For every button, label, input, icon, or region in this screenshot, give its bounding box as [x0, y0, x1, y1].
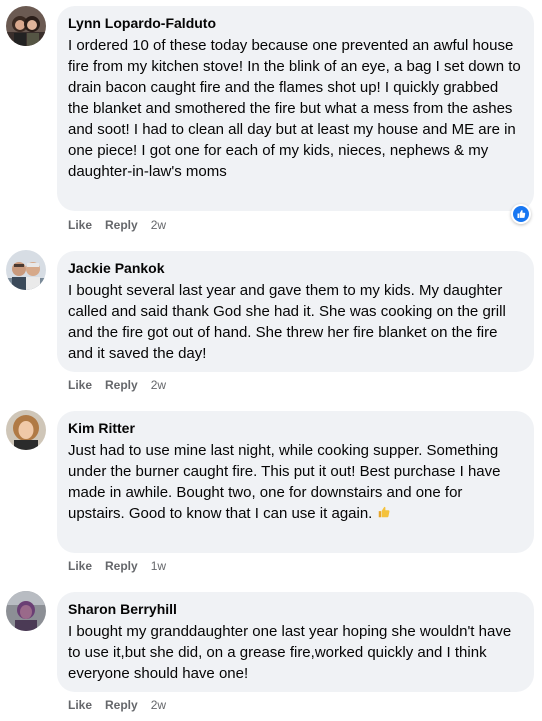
comment-actions: Like Reply 2w	[68, 697, 166, 713]
comment-timestamp[interactable]: 2w	[151, 378, 166, 392]
comment-timestamp[interactable]: 1w	[151, 559, 166, 573]
avatar[interactable]	[6, 250, 46, 290]
comment-author[interactable]: Lynn Lopardo-Falduto	[68, 14, 522, 32]
thumbs-up-icon	[377, 504, 391, 525]
comment-author[interactable]: Kim Ritter	[68, 419, 522, 437]
comment-text: I ordered 10 of these today because one …	[68, 37, 521, 180]
reaction-badge[interactable]	[511, 204, 531, 224]
comment-timestamp[interactable]: 2w	[151, 698, 166, 712]
like-icon	[517, 210, 526, 218]
avatar[interactable]	[6, 410, 46, 450]
like-button[interactable]: Like	[68, 378, 92, 392]
comment-bubble: Sharon Berryhill I bought my granddaught…	[57, 592, 534, 692]
comment-text: Just had to use mine last night, while c…	[68, 440, 522, 525]
comment-bubble: Kim Ritter Just had to use mine last nig…	[57, 411, 534, 553]
comment-author[interactable]: Sharon Berryhill	[68, 600, 522, 618]
comment-text-body: Just had to use mine last night, while c…	[68, 442, 501, 522]
comment-author[interactable]: Jackie Pankok	[68, 259, 522, 277]
like-button[interactable]: Like	[68, 698, 92, 712]
avatar[interactable]	[6, 6, 46, 46]
reply-button[interactable]: Reply	[105, 698, 138, 712]
like-button[interactable]: Like	[68, 218, 92, 232]
comment-bubble: Lynn Lopardo-Falduto I ordered 10 of the…	[57, 6, 534, 211]
comment-actions: Like Reply 2w	[68, 217, 166, 233]
comment-text: I bought my granddaughter one last year …	[68, 623, 512, 682]
reply-button[interactable]: Reply	[105, 218, 138, 232]
comment-bubble: Jackie Pankok I bought several last year…	[57, 251, 534, 372]
comment-actions: Like Reply 2w	[68, 377, 166, 393]
comment-actions: Like Reply 1w	[68, 558, 166, 574]
comment-timestamp[interactable]: 2w	[151, 218, 166, 232]
avatar[interactable]	[6, 591, 46, 631]
reply-button[interactable]: Reply	[105, 378, 138, 392]
comment-text: I bought several last year and gave them…	[68, 282, 506, 362]
like-button[interactable]: Like	[68, 559, 92, 573]
reply-button[interactable]: Reply	[105, 559, 138, 573]
